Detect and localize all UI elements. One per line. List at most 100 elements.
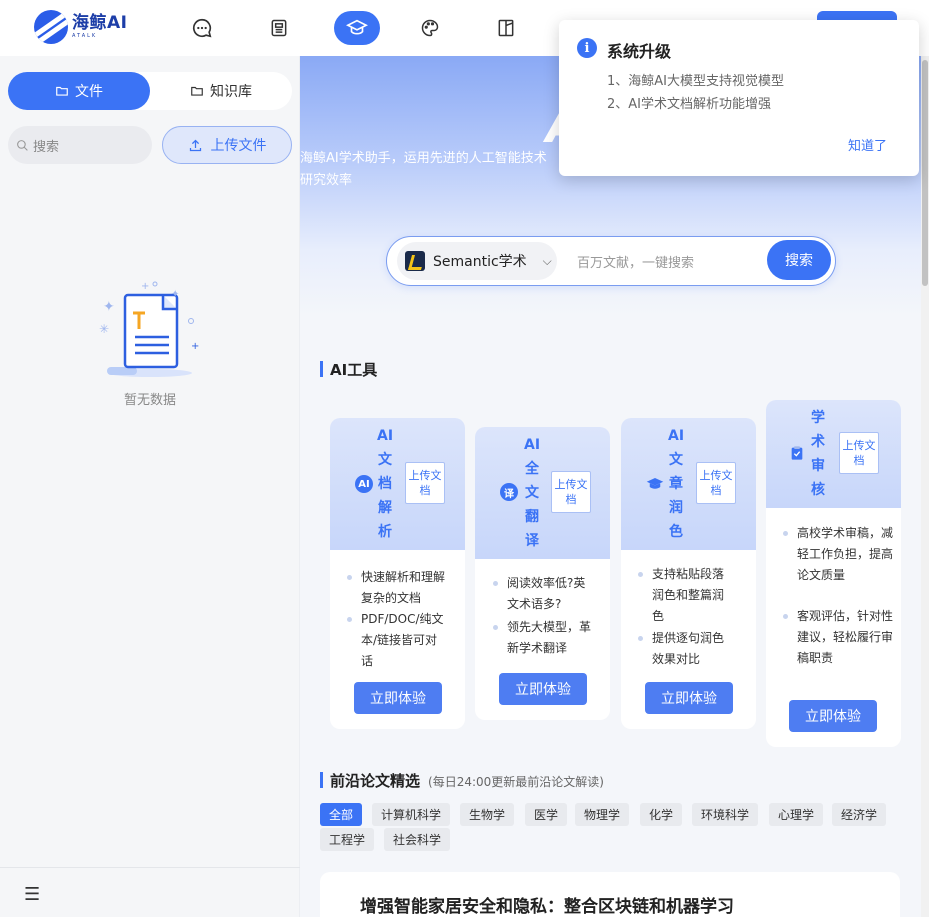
tab-files-label: 文件	[75, 84, 103, 100]
try-now-button[interactable]: 立即体验	[499, 673, 587, 705]
card-header: AI 全 文 翻 译 译 上传文档	[475, 427, 610, 559]
category-chip[interactable]: 计算机科学	[372, 803, 451, 826]
svg-text:✦: ✦	[171, 289, 179, 300]
logo-subtext: ATALK	[72, 33, 98, 39]
search-icon	[17, 139, 28, 151]
tab-files[interactable]: 文件	[8, 72, 150, 110]
category-chip[interactable]: 生物学	[460, 803, 515, 826]
tab-knowledge-base[interactable]: 知识库	[150, 72, 292, 110]
scrollbar-thumb[interactable]	[922, 60, 928, 286]
graduation-cap-icon	[646, 475, 664, 493]
card-title-char: 术	[811, 434, 825, 450]
sidebar-tabs: 文件 知识库	[8, 72, 292, 110]
empty-text: 暂无数据	[123, 393, 176, 408]
menu-icon[interactable]: ☰	[24, 884, 40, 905]
tool-card-polish[interactable]: AI 文 章 润 色 上传文档 支持粘贴段落润色和整篇润色 提供逐句润色效果对比…	[621, 418, 756, 729]
paper-title[interactable]: 增强智能家居安全和隐私：整合区块链和机器学习	[360, 892, 734, 917]
tab-kb-label: 知识库	[210, 84, 252, 100]
card-title-char: 色	[669, 524, 683, 540]
folder-icon	[191, 86, 203, 96]
try-now-button[interactable]: 立即体验	[789, 700, 877, 732]
tool-card-review[interactable]: 学 术 审 核 上传文档 高校学术审稿，减轻工作负担，提高论文质量 客观评估，针…	[766, 400, 901, 747]
card-title: AI 全 文 翻 译	[524, 433, 540, 553]
search-placeholder: 搜索	[33, 139, 60, 155]
got-it-button[interactable]: 知道了	[848, 135, 887, 154]
try-now-button[interactable]: 立即体验	[354, 682, 442, 714]
upload-doc-tag[interactable]: 上传文档	[696, 462, 736, 504]
app-logo[interactable]: 海鲸AI ATALK	[34, 10, 127, 44]
category-chip[interactable]: 经济学	[832, 803, 887, 826]
logo-text: 海鲸AI	[72, 13, 128, 33]
try-now-button[interactable]: 立即体验	[645, 682, 733, 714]
upload-icon	[189, 139, 201, 151]
sidebar: 文件 知识库 搜索 上传文件 ✦ + ✦ ✳ + 暂无数据 ☰	[0, 56, 300, 917]
notification-title: 系统升级	[607, 42, 672, 61]
search-button[interactable]: 搜索	[767, 240, 831, 280]
card-title-char: 译	[525, 533, 539, 549]
category-chip[interactable]: 化学	[640, 803, 683, 826]
category-chip[interactable]: 环境科学	[692, 803, 759, 826]
card-title-char: 文	[378, 452, 392, 468]
upload-file-button[interactable]: 上传文件	[162, 126, 292, 164]
feature-text: 客观评估，针对性建议，轻松履行审稿职责	[783, 606, 893, 669]
feature-text: 提供逐句润色效果对比	[638, 628, 732, 670]
card-header: 学 术 审 核 上传文档	[766, 400, 901, 508]
notification-line: 1、海鲸AI大模型支持视觉模型	[607, 74, 784, 89]
card-header: AI 文 章 润 色 上传文档	[621, 418, 756, 550]
chevron-down-icon: ⌵	[542, 253, 552, 268]
svg-text:+: +	[141, 281, 149, 292]
logo-mark-icon	[34, 10, 68, 44]
card-title-char: 全	[525, 461, 539, 477]
hero-description: 海鲸AI学术助手，运用先进的人工智能技术 研究效率	[300, 148, 590, 192]
semantic-scholar-icon	[405, 251, 425, 271]
feature-text: 支持粘贴段落润色和整篇润色	[638, 564, 732, 627]
feature-text: 阅读效率低?英文术语多?	[493, 573, 595, 615]
graduation-cap-icon[interactable]	[334, 11, 380, 45]
upload-label: 上传文件	[210, 138, 267, 154]
main-content: A 海鲸AI学术助手，运用先进的人工智能技术 研究效率 Semantic学术 ⌵…	[300, 56, 921, 917]
tool-card-doc-parse[interactable]: AI 文 档 解 析 AI 上传文档 快速解析和理解复杂的文档 PDF/DOC/…	[330, 418, 465, 729]
svg-text:✦: ✦	[103, 299, 115, 315]
category-chip[interactable]: 社会科学	[384, 828, 451, 851]
svg-text:+: +	[191, 341, 199, 352]
category-chip[interactable]: 物理学	[575, 803, 630, 826]
category-chip[interactable]: 心理学	[769, 803, 824, 826]
upload-doc-tag[interactable]: 上传文档	[839, 432, 879, 474]
academic-search-input[interactable]: 百万文献，一键搜索	[577, 252, 694, 271]
folder-icon	[56, 86, 68, 96]
paper-card[interactable]: 增强智能家居安全和隐私：整合区块链和机器学习	[320, 872, 900, 917]
upload-doc-tag[interactable]: 上传文档	[551, 471, 591, 513]
card-title-char: 学	[811, 410, 825, 426]
category-chip[interactable]: 医学	[525, 803, 568, 826]
upgrade-notification: i 系统升级 1、海鲸AI大模型支持视觉模型 2、AI学术文档解析功能增强 知道…	[559, 20, 919, 176]
category-chip[interactable]: 全部	[320, 803, 363, 826]
document-icon[interactable]	[256, 11, 302, 45]
feature-text: PDF/DOC/纯文本/链接皆可对话	[347, 609, 449, 672]
card-title-char: AI	[377, 428, 394, 444]
academic-search-box: Semantic学术 ⌵ 百万文献，一键搜索 搜索	[386, 236, 836, 286]
main-scrollbar[interactable]	[921, 56, 929, 917]
ai-badge-icon: AI	[355, 475, 373, 493]
card-title-char: 文	[669, 452, 683, 468]
papers-title: 前沿论文精选	[330, 772, 421, 790]
empty-state: ✦ + ✦ ✳ + 暂无数据	[95, 281, 205, 408]
card-title-char: 核	[811, 482, 825, 498]
card-title: AI 文 档 解 析	[377, 424, 393, 544]
search-source-select[interactable]: Semantic学术 ⌵	[397, 242, 557, 280]
category-chip[interactable]: 工程学	[320, 828, 375, 851]
card-title-char: 章	[669, 476, 683, 492]
file-search-input[interactable]: 搜索	[8, 126, 152, 164]
svg-text:✳: ✳	[99, 322, 109, 336]
palette-icon[interactable]	[407, 11, 453, 45]
hero-desc-line1: 海鲸AI学术助手，运用先进的人工智能技术	[300, 151, 547, 166]
feature-text: 领先大模型，革新学术翻译	[493, 617, 595, 659]
empty-document-illustration: ✦ + ✦ ✳ +	[99, 281, 199, 377]
sidebar-footer: ☰	[0, 867, 300, 917]
book-icon[interactable]	[483, 11, 529, 45]
clipboard-check-icon	[788, 444, 806, 462]
card-title-char: 档	[378, 476, 392, 492]
upload-doc-tag[interactable]: 上传文档	[405, 462, 445, 504]
card-title-char: 审	[811, 458, 825, 474]
tool-card-translate[interactable]: AI 全 文 翻 译 译 上传文档 阅读效率低?英文术语多? 领先大模型，革新学…	[475, 427, 610, 720]
chat-icon[interactable]	[179, 11, 225, 45]
